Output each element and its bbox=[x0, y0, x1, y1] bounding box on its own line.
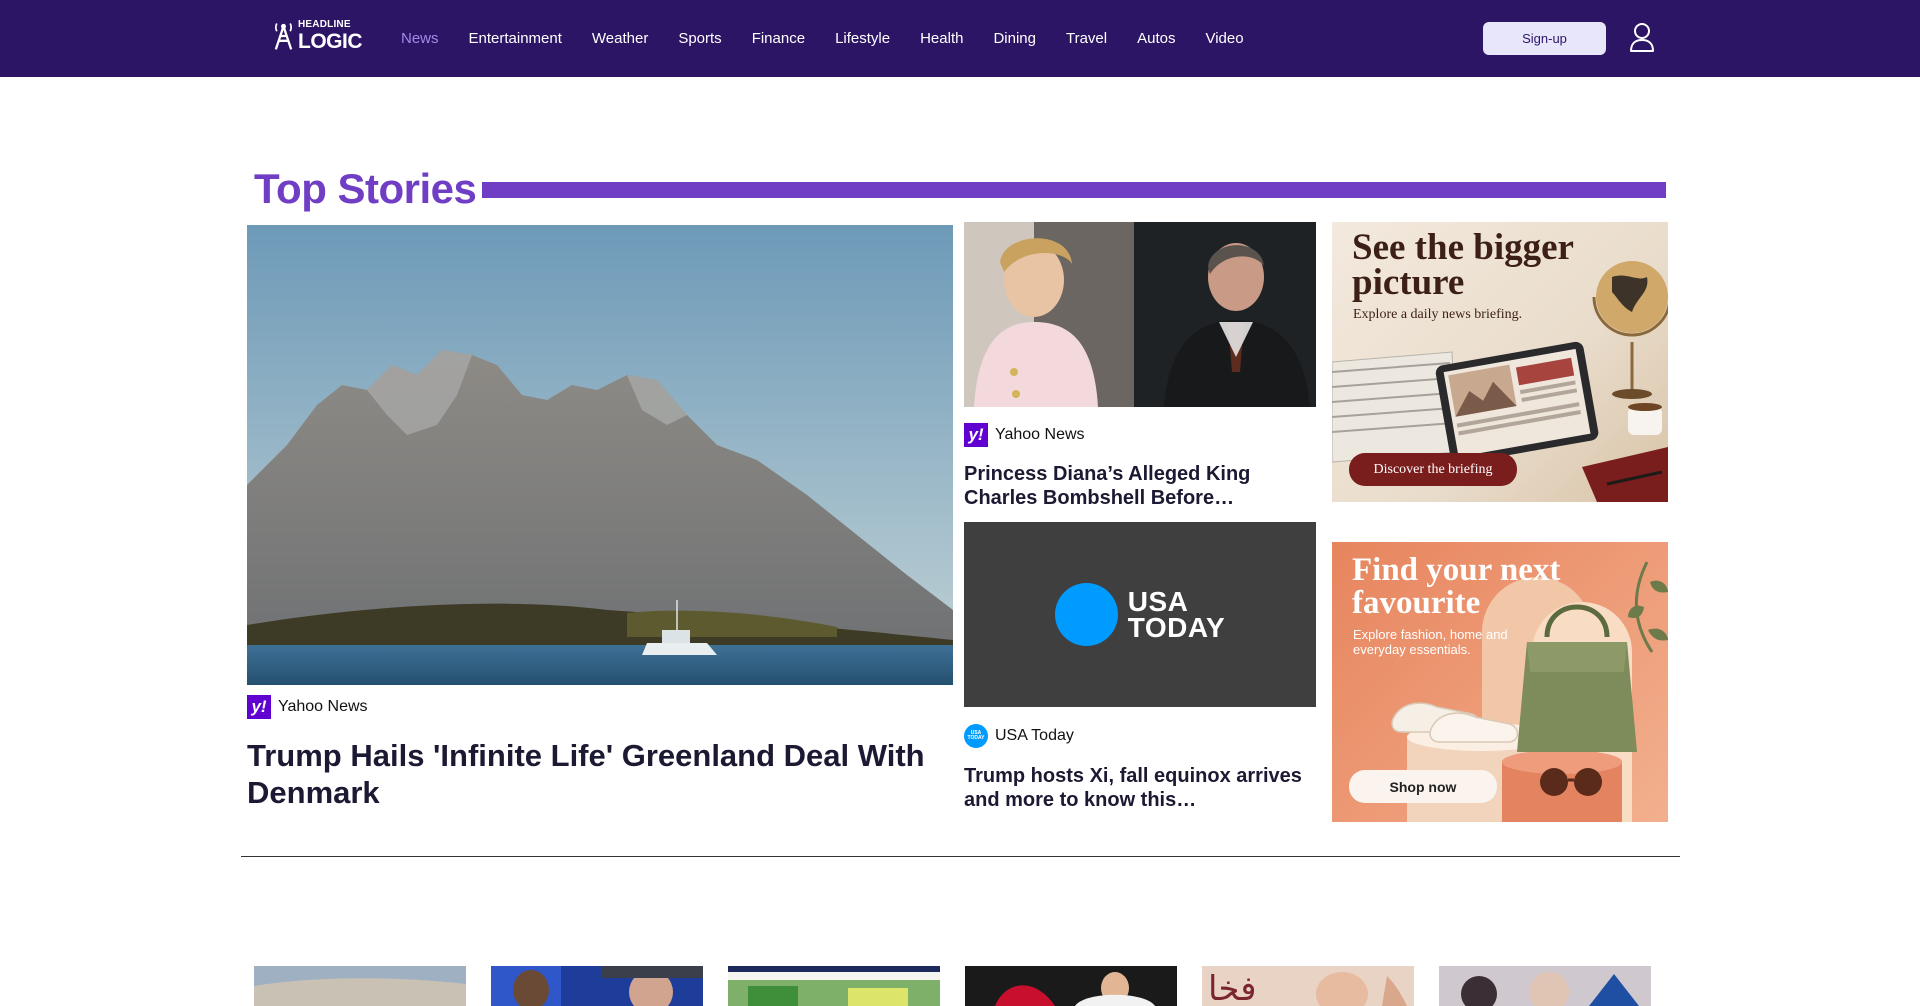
usa-today-logo: USA TODAY bbox=[964, 522, 1316, 707]
story-thumbnail-2[interactable] bbox=[491, 966, 703, 1006]
hero-story-image[interactable] bbox=[247, 225, 953, 685]
logo-tower-icon bbox=[274, 23, 293, 50]
nav-item-health[interactable]: Health bbox=[920, 30, 963, 47]
site-logo[interactable]: HEADLINE LOGIC bbox=[272, 19, 363, 53]
logo-text-bottom: LOGIC bbox=[298, 30, 363, 53]
source-name: USA Today bbox=[995, 727, 1074, 744]
usa-today-wordmark-line2: TODAY bbox=[1127, 611, 1226, 643]
nav-item-news[interactable]: News bbox=[401, 30, 439, 47]
yahoo-news-icon: y! bbox=[964, 423, 988, 447]
side-story-2-source[interactable]: USA TODAY USA Today bbox=[964, 724, 1074, 748]
ad-1-subtitle: Explore a daily news briefing. bbox=[1353, 307, 1523, 322]
nav-item-dining[interactable]: Dining bbox=[993, 30, 1036, 47]
story-thumbnail-3[interactable] bbox=[728, 966, 940, 1006]
usa-today-icon: USA TODAY bbox=[964, 724, 988, 748]
nav-item-sports[interactable]: Sports bbox=[678, 30, 721, 47]
top-navigation-bar: HEADLINE LOGIC News Entertainment Weathe… bbox=[0, 0, 1920, 77]
nav-item-travel[interactable]: Travel bbox=[1066, 30, 1107, 47]
side-story-1-source[interactable]: y! Yahoo News bbox=[964, 423, 1085, 447]
side-story-1-headline[interactable]: Princess Diana’s Alleged King Charles Bo… bbox=[964, 462, 1314, 510]
section-title-top-stories: Top Stories bbox=[254, 165, 477, 212]
hero-story-source[interactable]: y! Yahoo News bbox=[247, 695, 368, 719]
nav-item-weather[interactable]: Weather bbox=[592, 30, 648, 47]
ad-1-cta-button[interactable]: Discover the briefing bbox=[1349, 453, 1517, 486]
side-story-2-headline[interactable]: Trump hosts Xi, fall equinox arrives and… bbox=[964, 764, 1314, 812]
nav-item-video[interactable]: Video bbox=[1205, 30, 1243, 47]
story-thumbnail-1[interactable] bbox=[254, 966, 466, 1006]
user-account-icon[interactable] bbox=[1628, 22, 1656, 52]
ad-2-cta-button[interactable]: Shop now bbox=[1349, 770, 1497, 803]
usa-today-circle-icon bbox=[1054, 583, 1118, 646]
ad-2-subtitle: Explore fashion, home and everyday essen… bbox=[1353, 627, 1508, 657]
nav-item-entertainment[interactable]: Entertainment bbox=[469, 30, 562, 47]
ad-2-title: Find your next favourite bbox=[1352, 552, 1561, 621]
side-story-1-image[interactable] bbox=[964, 222, 1316, 407]
section-divider bbox=[241, 856, 1680, 857]
logo-text-top: HEADLINE bbox=[298, 19, 351, 30]
story-thumbnail-5[interactable]: فخا bbox=[1202, 966, 1414, 1006]
story-thumbnail-4[interactable] bbox=[965, 966, 1177, 1006]
nav-item-autos[interactable]: Autos bbox=[1137, 30, 1175, 47]
side-story-2-image[interactable]: USA TODAY bbox=[964, 522, 1316, 707]
source-name: Yahoo News bbox=[995, 426, 1085, 443]
nav-item-lifestyle[interactable]: Lifestyle bbox=[835, 30, 890, 47]
section-title-rule bbox=[482, 182, 1666, 198]
hero-story-headline[interactable]: Trump Hails 'Infinite Life' Greenland De… bbox=[247, 737, 937, 811]
svg-text:فخا: فخا bbox=[1208, 969, 1257, 1006]
yahoo-news-icon: y! bbox=[247, 695, 271, 719]
ad-shop-essentials[interactable]: Find your next favourite Explore fashion… bbox=[1332, 542, 1668, 822]
signup-button[interactable]: Sign-up bbox=[1483, 22, 1606, 55]
story-thumbnail-6[interactable] bbox=[1439, 966, 1651, 1006]
main-nav: News Entertainment Weather Sports Financ… bbox=[401, 0, 1274, 77]
ad-1-title: See the bigger picture bbox=[1352, 227, 1574, 303]
nav-item-finance[interactable]: Finance bbox=[752, 30, 805, 47]
usa-today-wordmark-line1: USA bbox=[1127, 585, 1189, 617]
ad-news-briefing[interactable]: See the bigger picture Explore a daily n… bbox=[1332, 222, 1668, 502]
source-name: Yahoo News bbox=[278, 698, 368, 715]
